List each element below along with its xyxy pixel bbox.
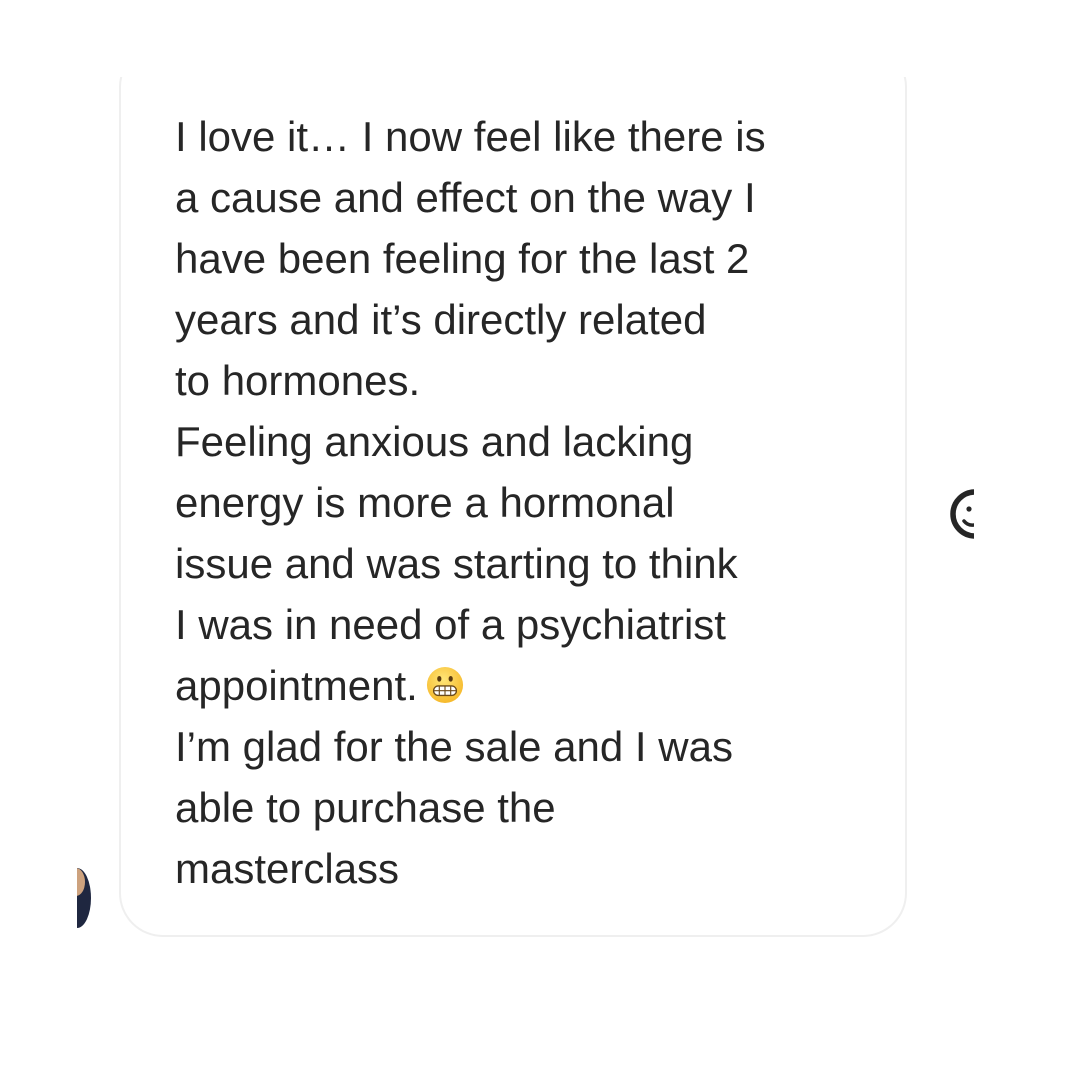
message-line-7: energy is more a hormonal <box>175 479 675 526</box>
message-line-11: I’m glad for the sale and I was <box>175 723 733 770</box>
message-line-5: to hormones. <box>175 357 421 404</box>
avatar-face <box>77 868 85 896</box>
message-line-13: masterclass <box>175 845 400 892</box>
smiley-face-icon[interactable] <box>937 474 974 554</box>
message-line-10: appointment. <box>175 656 464 716</box>
message-line-10-text: appointment. <box>175 662 418 709</box>
message-line-8: issue and was starting to think <box>175 540 738 587</box>
message-line-3: have been feeling for the last 2 <box>175 235 750 282</box>
chat-screen: I love it… I now feel like there is a ca… <box>77 77 974 980</box>
grimacing-face-emoji <box>426 666 463 704</box>
sender-avatar[interactable] <box>77 868 91 928</box>
message-line-9: I was in need of a psychiatrist <box>175 601 726 648</box>
message-line-2: a cause and effect on the way I <box>175 174 756 221</box>
message-line-1: I love it… I now feel like there is <box>175 113 766 160</box>
message-line-12: able to purchase the <box>175 784 556 831</box>
message-line-6: Feeling anxious and lacking <box>175 418 694 465</box>
message-line-4: years and it’s directly related <box>175 296 707 343</box>
